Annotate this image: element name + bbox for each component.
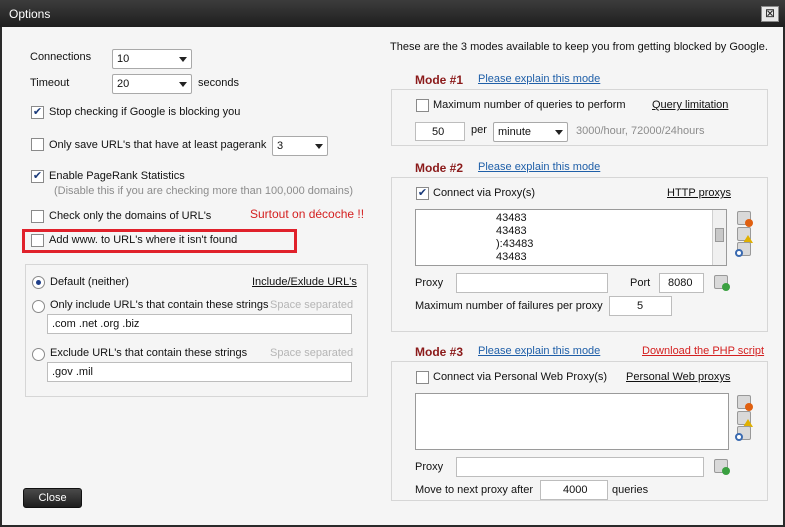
exclude-radio[interactable] bbox=[32, 348, 45, 361]
modes-intro: These are the 3 modes available to keep … bbox=[390, 41, 768, 53]
url-filter-group: Default (neither) Include/Exlude URL's O… bbox=[25, 264, 368, 397]
exclude-hint: Space separated bbox=[270, 347, 354, 359]
dropdown-arrow-icon bbox=[179, 57, 187, 62]
port-input[interactable]: 8080 bbox=[659, 273, 704, 293]
mode2-title: Mode #2 bbox=[415, 161, 464, 175]
close-button[interactable]: Close bbox=[23, 488, 82, 508]
connections-value: 10 bbox=[117, 53, 130, 65]
add-icon[interactable] bbox=[714, 275, 730, 291]
enable-pagerank-note: (Disable this if you are checking more t… bbox=[54, 185, 353, 197]
include-hint: Space separated bbox=[270, 299, 354, 311]
proxy-item[interactable]: 43483 bbox=[496, 251, 527, 263]
personal-web-proxys-link[interactable]: Personal Web proxys bbox=[626, 371, 730, 383]
annotation-text: Surtout on décoche !! bbox=[250, 207, 365, 221]
per-label: per bbox=[471, 124, 487, 136]
dropdown-arrow-icon bbox=[555, 130, 563, 135]
window-title: Options bbox=[9, 7, 51, 21]
search-icon[interactable] bbox=[735, 242, 751, 257]
mode1-checkbox-label: Maximum number of queries to perform bbox=[433, 99, 626, 111]
mode2-proxy-input[interactable] bbox=[456, 273, 608, 293]
port-label: Port bbox=[630, 277, 651, 289]
period-value: minute bbox=[498, 126, 532, 138]
delete-icon[interactable] bbox=[737, 395, 753, 411]
enable-pagerank-checkbox[interactable]: ✔ bbox=[31, 170, 44, 183]
options-panel: Connections 10 Timeout 20 seconds ✔ Stop… bbox=[2, 27, 783, 525]
close-icon[interactable]: ⊠ bbox=[761, 6, 779, 22]
mode3-group: Connect via Personal Web Proxy(s) Person… bbox=[391, 361, 768, 501]
timeout-select[interactable]: 20 bbox=[112, 74, 192, 94]
checkmark-icon: ✔ bbox=[32, 170, 43, 182]
download-php-link[interactable]: Download the PHP script bbox=[642, 345, 764, 357]
mode1-title: Mode #1 bbox=[415, 73, 464, 87]
pagerank-value: 3 bbox=[277, 140, 284, 152]
include-radio[interactable] bbox=[32, 300, 45, 313]
options-window: Options ⊠ Connections 10 Timeout 20 seco… bbox=[0, 0, 785, 527]
proxy-item[interactable]: 43483 bbox=[496, 225, 527, 237]
queries-input[interactable]: 50 bbox=[415, 122, 465, 141]
pagerank-select[interactable]: 3 bbox=[272, 136, 328, 156]
checkmark-icon: ✔ bbox=[32, 106, 43, 118]
mode1-checkbox[interactable] bbox=[416, 99, 429, 112]
next-proxy-unit: queries bbox=[612, 484, 649, 496]
mode2-group: ✔ Connect via Proxy(s) HTTP proxys 43483… bbox=[391, 177, 768, 332]
timeout-value: 20 bbox=[117, 78, 130, 90]
exclude-input[interactable]: .gov .mil bbox=[47, 362, 352, 382]
exclude-label: Exclude URL's that contain these strings bbox=[50, 347, 248, 359]
include-exclude-link[interactable]: Include/Exlude URL's bbox=[252, 276, 357, 288]
mode2-checkbox[interactable]: ✔ bbox=[416, 187, 429, 200]
rate-note: 3000/hour, 72000/24hours bbox=[576, 125, 705, 137]
mode2-checkbox-label: Connect via Proxy(s) bbox=[433, 187, 536, 199]
add-icon[interactable] bbox=[714, 459, 730, 475]
mode2-explain-link[interactable]: Please explain this mode bbox=[478, 161, 600, 173]
scrollbar-thumb[interactable] bbox=[715, 228, 724, 242]
dropdown-arrow-icon bbox=[179, 82, 187, 87]
include-label: Only include URL's that contain these st… bbox=[50, 299, 269, 311]
mode1-explain-link[interactable]: Please explain this mode bbox=[478, 73, 600, 85]
default-label: Default (neither) bbox=[50, 276, 129, 288]
timeout-label: Timeout bbox=[30, 77, 70, 89]
default-radio[interactable] bbox=[32, 276, 45, 289]
period-select[interactable]: minute bbox=[493, 122, 568, 142]
stop-checking-checkbox[interactable]: ✔ bbox=[31, 106, 44, 119]
enable-pagerank-label: Enable PageRank Statistics bbox=[49, 170, 185, 182]
delete-icon[interactable] bbox=[737, 211, 753, 227]
add-www-label: Add www. to URL's where it isn't found bbox=[49, 234, 238, 246]
only-pagerank-label: Only save URL's that have at least pager… bbox=[49, 139, 267, 151]
title-bar: Options ⊠ bbox=[0, 0, 785, 27]
check-domains-label: Check only the domains of URL's bbox=[49, 210, 212, 222]
only-pagerank-checkbox[interactable] bbox=[31, 138, 44, 151]
search-icon[interactable] bbox=[735, 426, 751, 441]
warning-icon[interactable] bbox=[737, 411, 753, 427]
include-input[interactable]: .com .net .org .biz bbox=[47, 314, 352, 334]
checkmark-icon: ✔ bbox=[417, 187, 428, 199]
mode3-checkbox[interactable] bbox=[416, 371, 429, 384]
mode1-group: Maximum number of queries to perform Que… bbox=[391, 89, 768, 146]
proxy-list-scrollbar[interactable] bbox=[712, 210, 726, 265]
add-www-checkbox[interactable] bbox=[31, 234, 44, 247]
connections-select[interactable]: 10 bbox=[112, 49, 192, 69]
mode3-proxy-label: Proxy bbox=[415, 461, 444, 473]
mode3-checkbox-label: Connect via Personal Web Proxy(s) bbox=[433, 371, 608, 383]
mode2-proxy-label: Proxy bbox=[415, 277, 444, 289]
query-limitation-link[interactable]: Query limitation bbox=[652, 99, 728, 111]
mode3-title: Mode #3 bbox=[415, 345, 464, 359]
next-proxy-label: Move to next proxy after bbox=[415, 484, 533, 496]
failures-input[interactable]: 5 bbox=[609, 296, 672, 316]
web-proxy-list[interactable] bbox=[415, 393, 729, 450]
connections-label: Connections bbox=[30, 51, 92, 63]
check-domains-checkbox[interactable] bbox=[31, 210, 44, 223]
proxy-list[interactable]: 43483 43483 ):43483 43483 bbox=[415, 209, 727, 266]
mode3-proxy-input[interactable] bbox=[456, 457, 704, 477]
http-proxys-link[interactable]: HTTP proxys bbox=[667, 187, 731, 199]
proxy-item[interactable]: 43483 bbox=[496, 212, 527, 224]
dropdown-arrow-icon bbox=[315, 144, 323, 149]
stop-checking-label: Stop checking if Google is blocking you bbox=[49, 106, 241, 118]
proxy-item[interactable]: ):43483 bbox=[496, 238, 533, 250]
warning-icon[interactable] bbox=[737, 227, 753, 243]
timeout-unit: seconds bbox=[198, 77, 239, 89]
mode3-explain-link[interactable]: Please explain this mode bbox=[478, 345, 600, 357]
next-proxy-input[interactable]: 4000 bbox=[540, 480, 608, 500]
failures-label: Maximum number of failures per proxy bbox=[415, 300, 603, 312]
